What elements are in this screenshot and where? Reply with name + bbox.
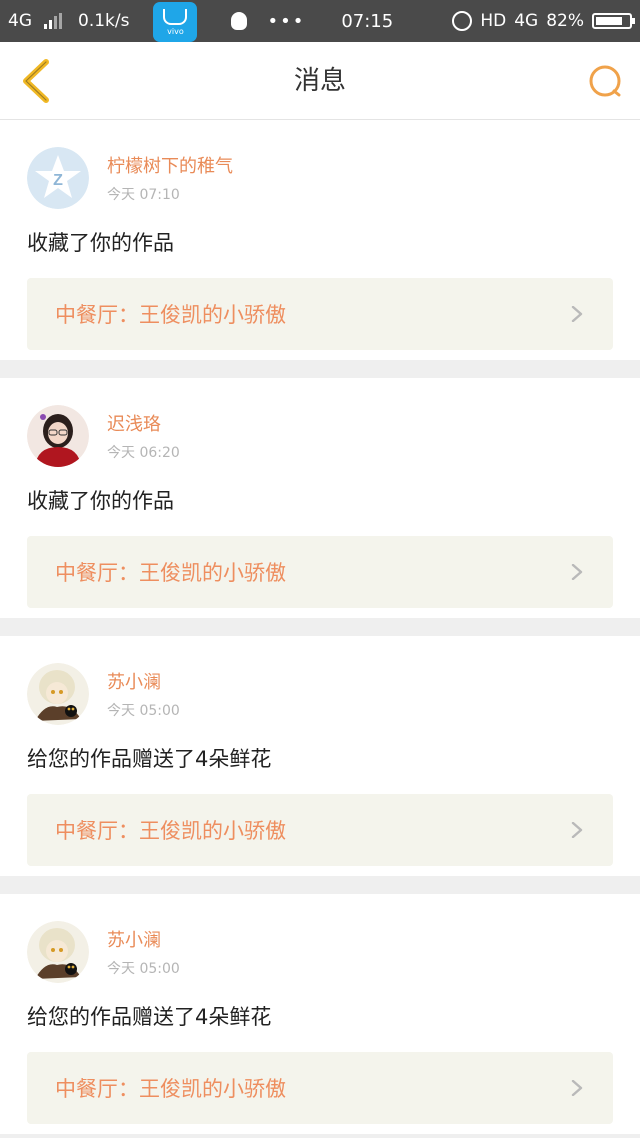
page-title: 消息 [293, 66, 346, 96]
clock: 07:15 [341, 10, 394, 32]
username[interactable]: 苏小澜 [107, 668, 180, 694]
vivo-store-icon: vivo [153, 2, 198, 42]
message-card: Z 柠檬树下的稚气 今天 07:10 收藏了你的作品 中餐厅：王俊凯的小骄傲 [0, 120, 640, 360]
message-action: 给您的作品赠送了4朵鲜花 [27, 747, 272, 771]
chevron-right-icon [571, 822, 583, 838]
work-link[interactable]: 中餐厅：王俊凯的小骄傲 [27, 278, 613, 350]
work-title: 中餐厅：王俊凯的小骄傲 [55, 1077, 286, 1101]
work-link[interactable]: 中餐厅：王俊凯的小骄傲 [27, 536, 613, 608]
status-bar: 4G 0.1k/s vivo ••• 07:15 HD 4G 82% [0, 0, 640, 42]
alarm-icon [452, 11, 473, 31]
network-speed: 0.1k/s [78, 11, 130, 31]
chevron-right-icon [571, 306, 583, 322]
work-title: 中餐厅：王俊凯的小骄傲 [55, 303, 286, 327]
message-action: 给您的作品赠送了4朵鲜花 [27, 1005, 272, 1029]
search-button[interactable] [588, 64, 624, 100]
network-indicator-right: 4G [514, 11, 539, 31]
message-card: 迟浅珞 今天 06:20 收藏了你的作品 中餐厅：王俊凯的小骄傲 [0, 378, 640, 618]
nav-bar: 消息 [0, 42, 640, 120]
message-time: 今天 06:20 [107, 445, 180, 461]
avatar[interactable] [27, 921, 89, 983]
message-action: 收藏了你的作品 [27, 489, 174, 513]
search-icon [589, 65, 621, 97]
signal-icon [44, 13, 62, 29]
qq-icon [231, 12, 248, 30]
battery-percent: 82% [546, 11, 584, 31]
battery-icon [592, 13, 635, 29]
work-link[interactable]: 中餐厅：王俊凯的小骄傲 [27, 1052, 613, 1124]
avatar[interactable]: Z [27, 147, 89, 209]
chevron-right-icon [571, 1080, 583, 1096]
username[interactable]: 迟浅珞 [107, 410, 180, 436]
message-time: 今天 07:10 [107, 187, 180, 203]
username[interactable]: 苏小澜 [107, 926, 180, 952]
message-card: 苏小澜 今天 05:00 给您的作品赠送了4朵鲜花 中餐厅：王俊凯的小骄傲 [0, 894, 640, 1134]
message-action: 收藏了你的作品 [27, 231, 174, 255]
username[interactable]: 柠檬树下的稚气 [107, 152, 233, 178]
chevron-right-icon [571, 564, 583, 580]
hd-indicator: HD [480, 11, 507, 31]
network-indicator: 4G [8, 11, 32, 31]
work-title: 中餐厅：王俊凯的小骄傲 [55, 819, 286, 843]
message-time: 今天 05:00 [107, 961, 180, 977]
message-list: Z 柠檬树下的稚气 今天 07:10 收藏了你的作品 中餐厅：王俊凯的小骄傲 迟… [0, 120, 640, 1134]
svg-text:Z: Z [53, 172, 63, 189]
work-title: 中餐厅：王俊凯的小骄傲 [55, 561, 286, 585]
message-card: 苏小澜 今天 05:00 给您的作品赠送了4朵鲜花 中餐厅：王俊凯的小骄傲 [0, 636, 640, 876]
message-time: 今天 05:00 [107, 703, 180, 719]
avatar[interactable] [27, 405, 89, 467]
avatar[interactable] [27, 663, 89, 725]
work-link[interactable]: 中餐厅：王俊凯的小骄傲 [27, 794, 613, 866]
more-notifications-icon: ••• [267, 10, 306, 32]
